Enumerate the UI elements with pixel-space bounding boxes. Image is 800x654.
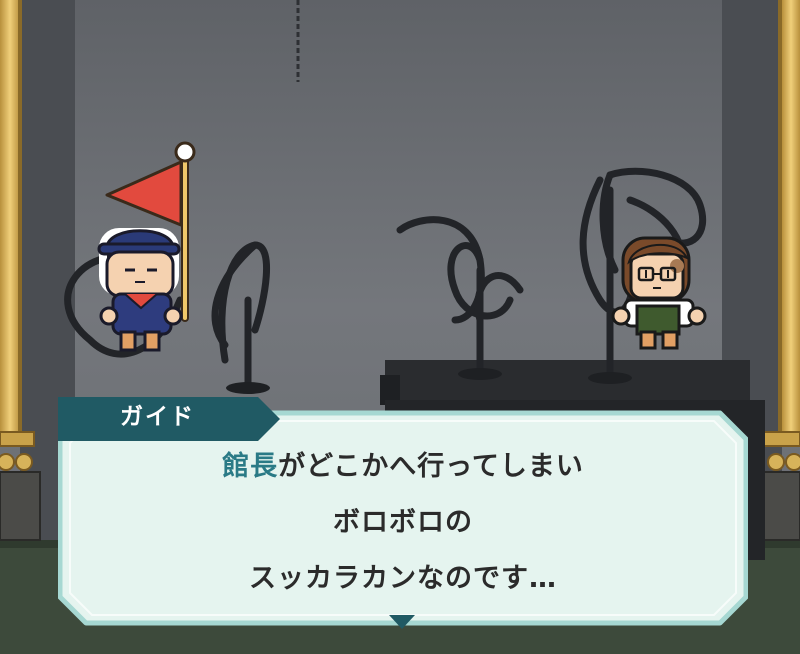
speaker-name: ガイド [120,404,195,430]
dialog-line-1-rest: がどこかへ行ってしまい [278,451,584,482]
highlighted-word: 館長 [222,451,279,482]
dialog-line-1: 館長がどこかへ行ってしまい [88,439,718,495]
visitor-character[interactable] [605,228,715,358]
guide-character[interactable] [85,140,215,370]
dialog-box[interactable]: ガイド 館長がどこかへ行ってしまい ボロボロの スッカラカンなのです… [58,397,748,629]
advance-arrow-icon[interactable] [389,615,415,629]
dialog-line-2: ボロボロの [333,507,473,538]
dialog-text: 館長がどこかへ行ってしまい ボロボロの スッカラカンなのです… [88,439,718,607]
dialog-line-3: スッカラカンなのです… [249,563,557,594]
game-scene[interactable]: ガイド 館長がどこかへ行ってしまい ボロボロの スッカラカンなのです… [0,0,800,654]
